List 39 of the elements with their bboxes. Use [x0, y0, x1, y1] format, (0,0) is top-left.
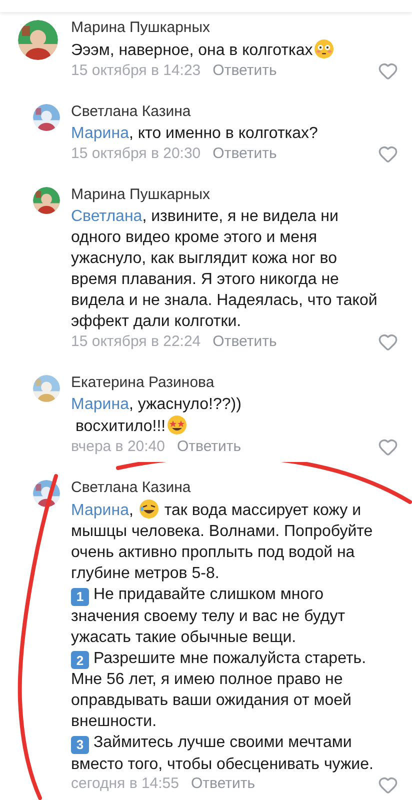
comment-text: 1 Не придавайте слишком много значения своему телу и вас не будут ужасать такие обычные вещи.: [71, 585, 346, 648]
author-name[interactable]: Марина Пушкарных: [71, 18, 398, 38]
comment-time: 15 октября в 14:23: [71, 60, 201, 81]
author-name[interactable]: Светлана Казина: [71, 102, 398, 122]
keycap-digit: 2: [71, 651, 89, 669]
like-icon[interactable]: [378, 332, 398, 352]
comment-text: Эээм, наверное, она в колготках: [71, 39, 387, 61]
comment-text: Марина, так вода массирует кожу и мышцы человека. Волнами. Попробуйте очень активно проплыть под водой на глубине метров 5-8.: [71, 499, 387, 584]
reply-button[interactable]: Ответить: [176, 436, 242, 458]
author-name[interactable]: Екатерина Разинова: [71, 373, 398, 393]
like-icon[interactable]: [378, 437, 398, 457]
mention-link[interactable]: Марина: [71, 396, 129, 413]
reply-button[interactable]: Ответить: [212, 142, 277, 166]
like-icon[interactable]: [378, 61, 398, 81]
author-name[interactable]: Светлана Казина: [71, 478, 398, 498]
comment-text: 3 Займитесь лучше своими мечтами вместо того, чтобы обесценивать чужие.: [71, 733, 374, 774]
keycap-digit: 1: [71, 588, 89, 606]
keycap-digit: 3: [71, 736, 89, 754]
reply-button[interactable]: Ответить: [212, 60, 277, 82]
mention-link[interactable]: Марина: [71, 125, 129, 142]
reply-button[interactable]: Ответить: [212, 330, 277, 354]
author-name[interactable]: Марина Пушкарных: [71, 185, 398, 205]
comment-text: 2 Разрешите мне пожалуйста стареть. Мне 56 лет, я имею полное право не оправдывать ваши ожидания от моей внешности.: [71, 648, 368, 732]
mention-link[interactable]: Марина: [71, 502, 129, 519]
comment-time: 15 октября в 22:24: [71, 332, 201, 352]
comment-text: Марина, ужаснуло!??)): [71, 395, 242, 415]
like-icon[interactable]: [378, 144, 398, 164]
like-icon[interactable]: [378, 774, 398, 794]
comment-time: сегодня в 14:55: [71, 774, 179, 794]
comment-time: вчера в 20:40: [71, 436, 165, 457]
comment-text: восхитило!!!: [71, 415, 387, 437]
flushed-emoji-icon: [314, 39, 334, 59]
star-eyes-emoji-icon: [166, 415, 187, 435]
laughing-emoji-icon: [138, 499, 159, 519]
comment-text: Светлана, извините, я не видела ни одного видео кроме этого и меня ужаснуло, как выглядит кожа ног во время плавания. Я этого никогда не видела и не знала. Надеялась, что такой эффект дали колготки.: [71, 207, 378, 332]
mention-link[interactable]: Светлана: [71, 208, 142, 225]
comment-text: Марина, кто именно в колготках?: [71, 124, 319, 144]
reply-button[interactable]: Ответить: [191, 773, 256, 796]
comment-time: 15 октября в 20:30: [71, 144, 201, 164]
